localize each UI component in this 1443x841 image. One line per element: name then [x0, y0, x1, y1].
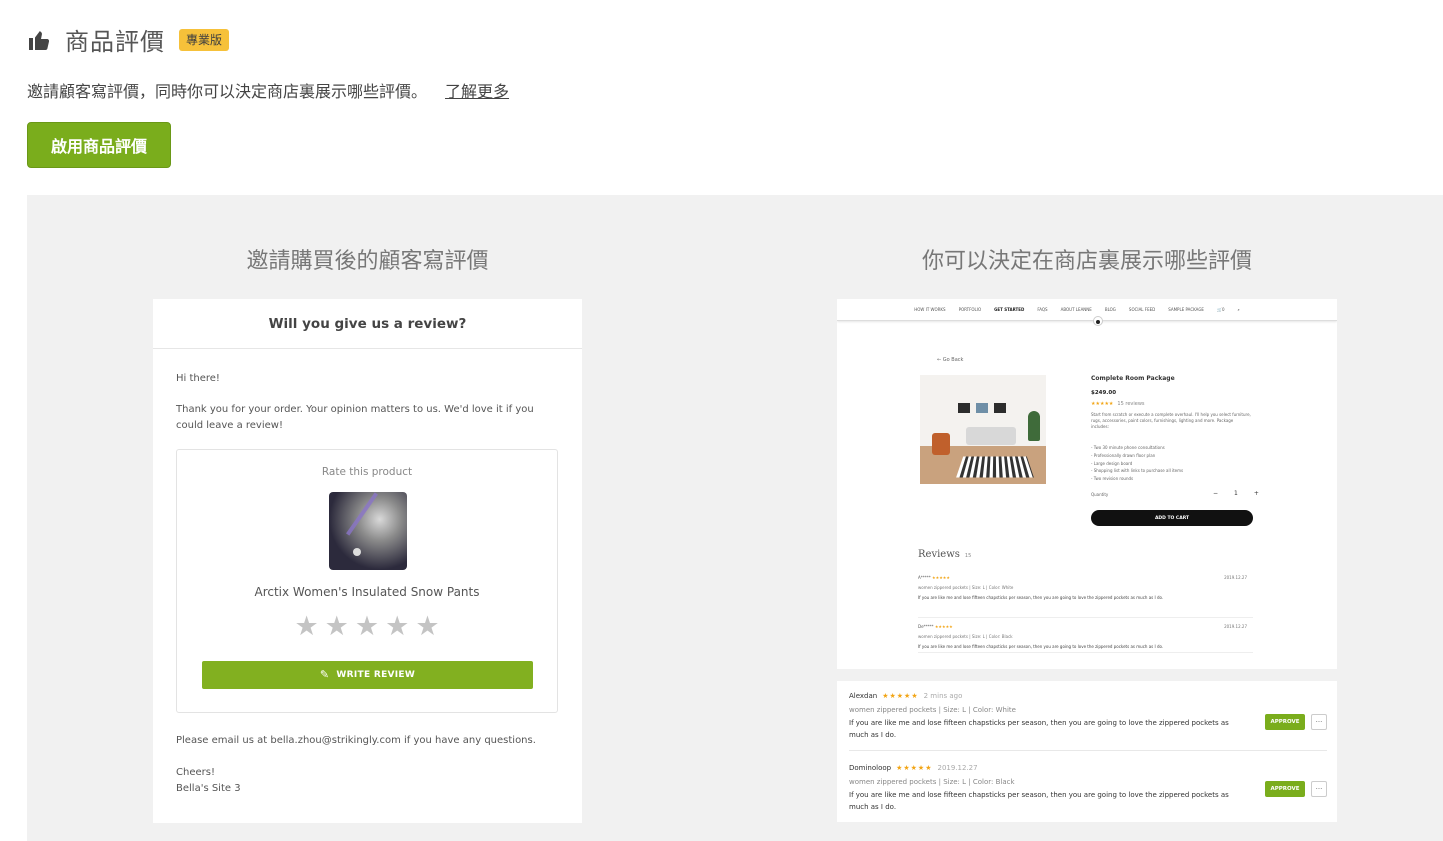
nav-item[interactable]: FAQS [1037, 307, 1047, 312]
review-text: If you are like me and lose fifteen chap… [849, 719, 1229, 739]
email-greeting: Hi there! [176, 373, 220, 384]
store-nav: HOW IT WORKS PORTFOLIO GET STARTED FAQS … [837, 299, 1337, 321]
email-contact: Please email us at bella.zhou@strikingly… [176, 735, 536, 746]
write-review-button[interactable]: ✎ WRITE REVIEW [202, 661, 533, 689]
product-price: $249.00 [1091, 390, 1117, 396]
store-review-item: A***** ★★★★★ 2019.12.27 women zippered p… [918, 575, 1247, 600]
description-text: 邀請顧客寫評價，同時你可以決定商店裏展示哪些評價。 [27, 82, 428, 101]
star-icon[interactable]: ★ [385, 612, 409, 642]
review-meta: women zippered pockets | Size: L | Color… [849, 706, 1016, 714]
page-description: 邀請顧客寫評價，同時你可以決定商店裏展示哪些評價。 了解更多 [27, 78, 509, 102]
approve-button[interactable]: APPROVE [1265, 714, 1305, 730]
email-message: Thank you for your order. Your opinion m… [176, 404, 534, 431]
enable-reviews-button[interactable]: 啟用商品評價 [27, 122, 171, 168]
star-rating[interactable]: ★ ★ ★ ★ ★ [177, 612, 557, 642]
moderation-row: Alexdan ★★★★★ 2 mins ago women zippered po… [849, 689, 1327, 751]
approve-button[interactable]: APPROVE [1265, 781, 1305, 797]
page-header: 商品評價 專業版 [27, 22, 230, 57]
reviews-heading: Reviews 15 [918, 549, 972, 560]
review-stars: ★★★★★ [882, 692, 919, 700]
learn-more-link[interactable]: 了解更多 [445, 82, 509, 101]
pro-badge: 專業版 [179, 28, 230, 51]
review-text: If you are like me and lose fifteen chap… [849, 791, 1229, 811]
review-time: 2 mins ago [923, 692, 963, 700]
quantity-stepper[interactable]: −1 + [1205, 490, 1267, 497]
review-meta: women zippered pockets | Size: L | Color… [849, 778, 1015, 786]
more-options-icon[interactable]: ··· [1311, 714, 1327, 730]
invite-reviews-title: 邀請購買後的顧客寫評價 [246, 249, 489, 274]
star-icon[interactable]: ★ [415, 612, 439, 642]
nav-item[interactable]: SOCIAL FEED [1129, 307, 1155, 312]
pencil-icon: ✎ [319, 668, 330, 681]
star-icon[interactable]: ★ [325, 612, 349, 642]
cart-icon[interactable]: 🛒0 [1217, 307, 1225, 312]
page-title: 商品評價 [65, 28, 165, 56]
email-site-name: Bella's Site 3 [176, 783, 241, 794]
email-footer: Please email us at bella.zhou@strikingly… [153, 713, 582, 797]
review-moderation-list: Alexdan ★★★★★ 2 mins ago women zippered po… [837, 681, 1337, 822]
rate-product-label: Rate this product [321, 466, 413, 478]
email-signoff: Cheers! [176, 767, 215, 778]
star-icon[interactable]: ★ [294, 612, 318, 642]
search-icon[interactable]: ⌕ [1237, 307, 1239, 312]
review-stars: ★★★★★ [896, 764, 933, 772]
go-back-link[interactable]: ← Go Back [937, 357, 963, 363]
product-title: Complete Room Package [1091, 375, 1175, 382]
review-request-email-preview: Will you give us a review? Hi there! Tha… [153, 299, 582, 823]
product-description: Start from scratch or execute a complete… [1091, 412, 1251, 429]
more-options-icon[interactable]: ··· [1311, 781, 1327, 797]
review-time: 2019.12.27 [937, 764, 978, 772]
nav-item[interactable]: BLOG [1105, 307, 1116, 312]
minus-icon: − [1213, 490, 1219, 497]
write-review-label: WRITE REVIEW [336, 670, 416, 680]
store-review-item: De***** ★★★★★ 2019.12.27 women zippered … [918, 617, 1253, 653]
email-body: Hi there! Thank you for your order. Your… [153, 349, 582, 713]
plus-icon: + [1253, 490, 1259, 497]
email-heading: Will you give us a review? [153, 299, 582, 349]
add-to-cart-button[interactable]: ADD TO CART [1091, 510, 1253, 526]
product-bullets: - Two 30 minute phone consultations - Pr… [1091, 445, 1184, 482]
reviewer-name: Dominoloop [849, 764, 892, 772]
rate-product-box: Rate this product Arctix Women's Insulat… [176, 449, 558, 713]
display-reviews-title: 你可以決定在商店裏展示哪些評價 [921, 249, 1252, 274]
star-icon[interactable]: ★ [355, 612, 379, 642]
nav-item[interactable]: ABOUT LEANNE [1061, 307, 1092, 312]
nav-item[interactable]: HOW IT WORKS [914, 307, 945, 312]
nav-item[interactable]: GET STARTED [994, 307, 1024, 312]
product-rating: ★★★★★ 15 reviews [1091, 401, 1145, 407]
moderation-row: Dominoloop ★★★★★ 2019.12.27 women zippered… [849, 761, 1327, 813]
product-name: Arctix Women's Insulated Snow Pants [254, 585, 480, 599]
product-room-image [920, 375, 1046, 484]
thumbs-up-icon [29, 30, 50, 50]
nav-item[interactable]: SAMPLE PACKAGE [1168, 307, 1204, 312]
preview-panel: 邀請購買後的顧客寫評價 你可以決定在商店裏展示哪些評價 Will you giv… [27, 195, 1443, 841]
store-logo [1093, 316, 1103, 326]
quantity-label: Quantity [1091, 492, 1109, 497]
product-image [329, 492, 407, 570]
store-product-page-preview: HOW IT WORKS PORTFOLIO GET STARTED FAQS … [837, 299, 1337, 669]
nav-item[interactable]: PORTFOLIO [959, 307, 982, 312]
reviewer-name: Alexdan [849, 692, 878, 700]
